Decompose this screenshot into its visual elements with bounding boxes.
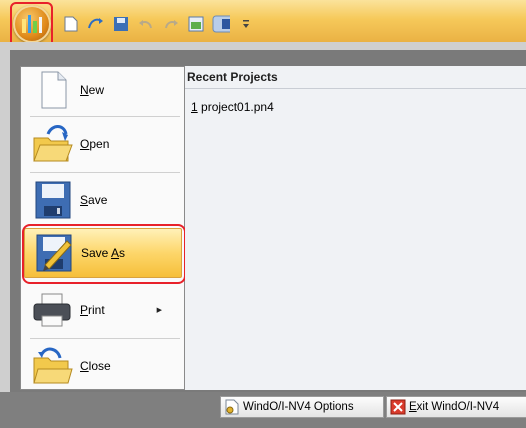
app-logo-icon — [22, 15, 42, 33]
recent-project-item[interactable]: 1 project01.pn4 — [191, 100, 274, 114]
save-label: S — [80, 193, 89, 207]
view-icon[interactable] — [187, 15, 205, 33]
menu-item-save[interactable]: Save — [22, 176, 180, 224]
recent-projects-title: Recent Projects — [187, 70, 278, 84]
close-folder-icon — [30, 344, 74, 388]
exit-icon — [389, 398, 407, 416]
title-divider — [185, 88, 526, 89]
menu-item-close[interactable]: Close — [22, 342, 180, 390]
open-icon[interactable] — [87, 15, 105, 33]
separator — [30, 116, 180, 117]
application-menu-button[interactable] — [13, 5, 51, 43]
new-label: N — [80, 83, 89, 97]
save-as-icon — [31, 231, 75, 275]
menu-item-new[interactable]: New — [22, 66, 180, 114]
print-label: P — [80, 303, 89, 317]
open-label: O — [80, 137, 90, 151]
menu-item-print[interactable]: Print ▶ — [22, 286, 180, 334]
options-icon — [223, 398, 241, 416]
recent-projects-pane: Recent Projects 1 project01.pn4 — [185, 66, 526, 390]
save-as-label: Save — [81, 246, 112, 260]
printer-icon — [30, 288, 74, 332]
redo-icon[interactable] — [162, 15, 180, 33]
separator — [30, 338, 180, 339]
customize-icon[interactable] — [237, 15, 255, 33]
separator — [30, 172, 180, 173]
layout-icon[interactable] — [212, 15, 230, 33]
new-icon[interactable] — [62, 15, 80, 33]
save-icon[interactable] — [112, 15, 130, 33]
open-folder-icon — [30, 122, 74, 166]
close-label: C — [80, 359, 89, 373]
submenu-arrow-icon: ▶ — [156, 307, 162, 314]
menu-item-open[interactable]: Open — [22, 120, 180, 168]
exit-button[interactable]: Exit WindO/I-NV4 — [386, 396, 526, 418]
floppy-disk-icon — [30, 178, 74, 222]
new-document-icon — [30, 68, 74, 112]
options-button[interactable]: WindO/I-NV4 Options — [220, 396, 384, 418]
quick-access-toolbar — [62, 14, 255, 34]
undo-icon[interactable] — [137, 15, 155, 33]
menu-item-save-as[interactable]: Save As — [24, 228, 182, 278]
